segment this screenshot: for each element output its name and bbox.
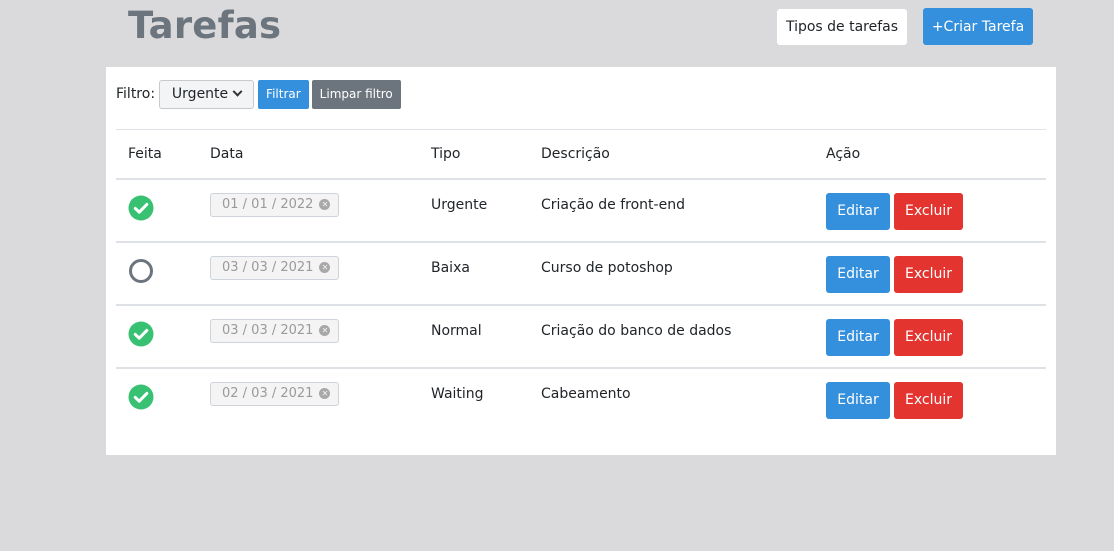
edit-button[interactable]: Editar <box>826 318 890 356</box>
type-cell: Normal <box>419 304 529 369</box>
column-header-date: Data <box>198 129 419 180</box>
clear-x-icon[interactable]: ✕ <box>319 388 331 399</box>
clear-filter-button[interactable]: Limpar filtro <box>311 79 401 109</box>
type-cell: Urgente <box>419 178 529 243</box>
type-cell: Baixa <box>419 241 529 306</box>
date-field[interactable]: 03 / 03 / 2021 ✕ <box>210 318 339 343</box>
description-value: Curso de potoshop <box>541 259 673 276</box>
edit-button[interactable]: Editar <box>826 255 890 293</box>
column-header-action: Ação <box>814 129 1046 180</box>
action-cell: Editar Excluir <box>814 178 1046 243</box>
table-row: 01 / 01 / 2022 ✕ Urgente Criação de fron… <box>116 178 1046 243</box>
type-value: Baixa <box>431 259 470 276</box>
date-field[interactable]: 01 / 01 / 2022 ✕ <box>210 192 339 217</box>
delete-button[interactable]: Excluir <box>894 192 963 230</box>
filter-select-value: Urgente <box>171 86 229 102</box>
check-circle-icon[interactable] <box>128 384 154 410</box>
date-cell: 03 / 03 / 2021 ✕ <box>198 304 419 369</box>
date-value: 01 / 01 / 2022 <box>222 197 314 212</box>
done-cell <box>116 241 198 306</box>
description-cell: Curso de potoshop <box>529 241 814 306</box>
type-value: Normal <box>431 322 482 339</box>
date-cell: 02 / 03 / 2021 ✕ <box>198 368 419 431</box>
done-cell <box>116 178 198 243</box>
table-header-row: Feita Data Tipo Descrição Ação <box>116 129 1046 180</box>
date-value: 03 / 03 / 2021 <box>222 260 314 275</box>
table-row: 03 / 03 / 2021 ✕ Baixa Curso de potoshop… <box>116 241 1046 306</box>
done-cell <box>116 368 198 431</box>
edit-button[interactable]: Editar <box>826 381 890 419</box>
column-header-type: Tipo <box>419 129 529 180</box>
type-value: Urgente <box>431 196 488 213</box>
column-header-done: Feita <box>116 129 198 180</box>
create-task-button[interactable]: +Criar Tarefa <box>923 8 1033 45</box>
clear-x-icon[interactable]: ✕ <box>319 262 331 273</box>
date-value: 02 / 03 / 2021 <box>222 386 314 401</box>
clear-x-icon[interactable]: ✕ <box>319 325 331 336</box>
table-row: 03 / 03 / 2021 ✕ Normal Criação do banco… <box>116 304 1046 369</box>
edit-button[interactable]: Editar <box>826 192 890 230</box>
description-value: Criação de front-end <box>541 196 685 213</box>
type-value: Waiting <box>431 385 484 402</box>
action-cell: Editar Excluir <box>814 368 1046 431</box>
date-field[interactable]: 03 / 03 / 2021 ✕ <box>210 255 339 280</box>
task-types-button[interactable]: Tipos de tarefas <box>777 9 907 45</box>
filter-select[interactable]: Urgente <box>159 79 255 109</box>
tasks-card: Filtro: Urgente Filtrar Limpar filtro Fe… <box>106 67 1056 455</box>
description-cell: Criação do banco de dados <box>529 304 814 369</box>
delete-button[interactable]: Excluir <box>894 381 963 419</box>
delete-button[interactable]: Excluir <box>894 318 963 356</box>
action-cell: Editar Excluir <box>814 241 1046 306</box>
filter-bar: Filtro: Urgente Filtrar Limpar filtro <box>116 79 401 109</box>
description-cell: Criação de front-end <box>529 178 814 243</box>
date-cell: 03 / 03 / 2021 ✕ <box>198 241 419 306</box>
check-circle-icon[interactable] <box>128 321 154 347</box>
date-value: 03 / 03 / 2021 <box>222 323 314 338</box>
filter-label: Filtro: <box>116 86 156 102</box>
description-value: Criação do banco de dados <box>541 322 732 339</box>
column-header-description: Descrição <box>529 129 814 180</box>
done-cell <box>116 304 198 369</box>
delete-button[interactable]: Excluir <box>894 255 963 293</box>
chevron-down-icon <box>232 86 243 97</box>
type-cell: Waiting <box>419 368 529 431</box>
table-row: 02 / 03 / 2021 ✕ Waiting Cabeamento Edit… <box>116 368 1046 431</box>
check-circle-icon[interactable] <box>128 195 154 221</box>
empty-circle-icon[interactable] <box>128 258 154 284</box>
date-cell: 01 / 01 / 2022 ✕ <box>198 178 419 243</box>
page-title: Tarefas <box>128 4 282 47</box>
action-cell: Editar Excluir <box>814 304 1046 369</box>
description-cell: Cabeamento <box>529 368 814 431</box>
date-field[interactable]: 02 / 03 / 2021 ✕ <box>210 381 339 406</box>
clear-x-icon[interactable]: ✕ <box>319 199 331 210</box>
tasks-table: Feita Data Tipo Descrição Ação 01 / 01 /… <box>116 129 1046 431</box>
description-value: Cabeamento <box>541 385 631 402</box>
filter-button[interactable]: Filtrar <box>258 79 309 109</box>
